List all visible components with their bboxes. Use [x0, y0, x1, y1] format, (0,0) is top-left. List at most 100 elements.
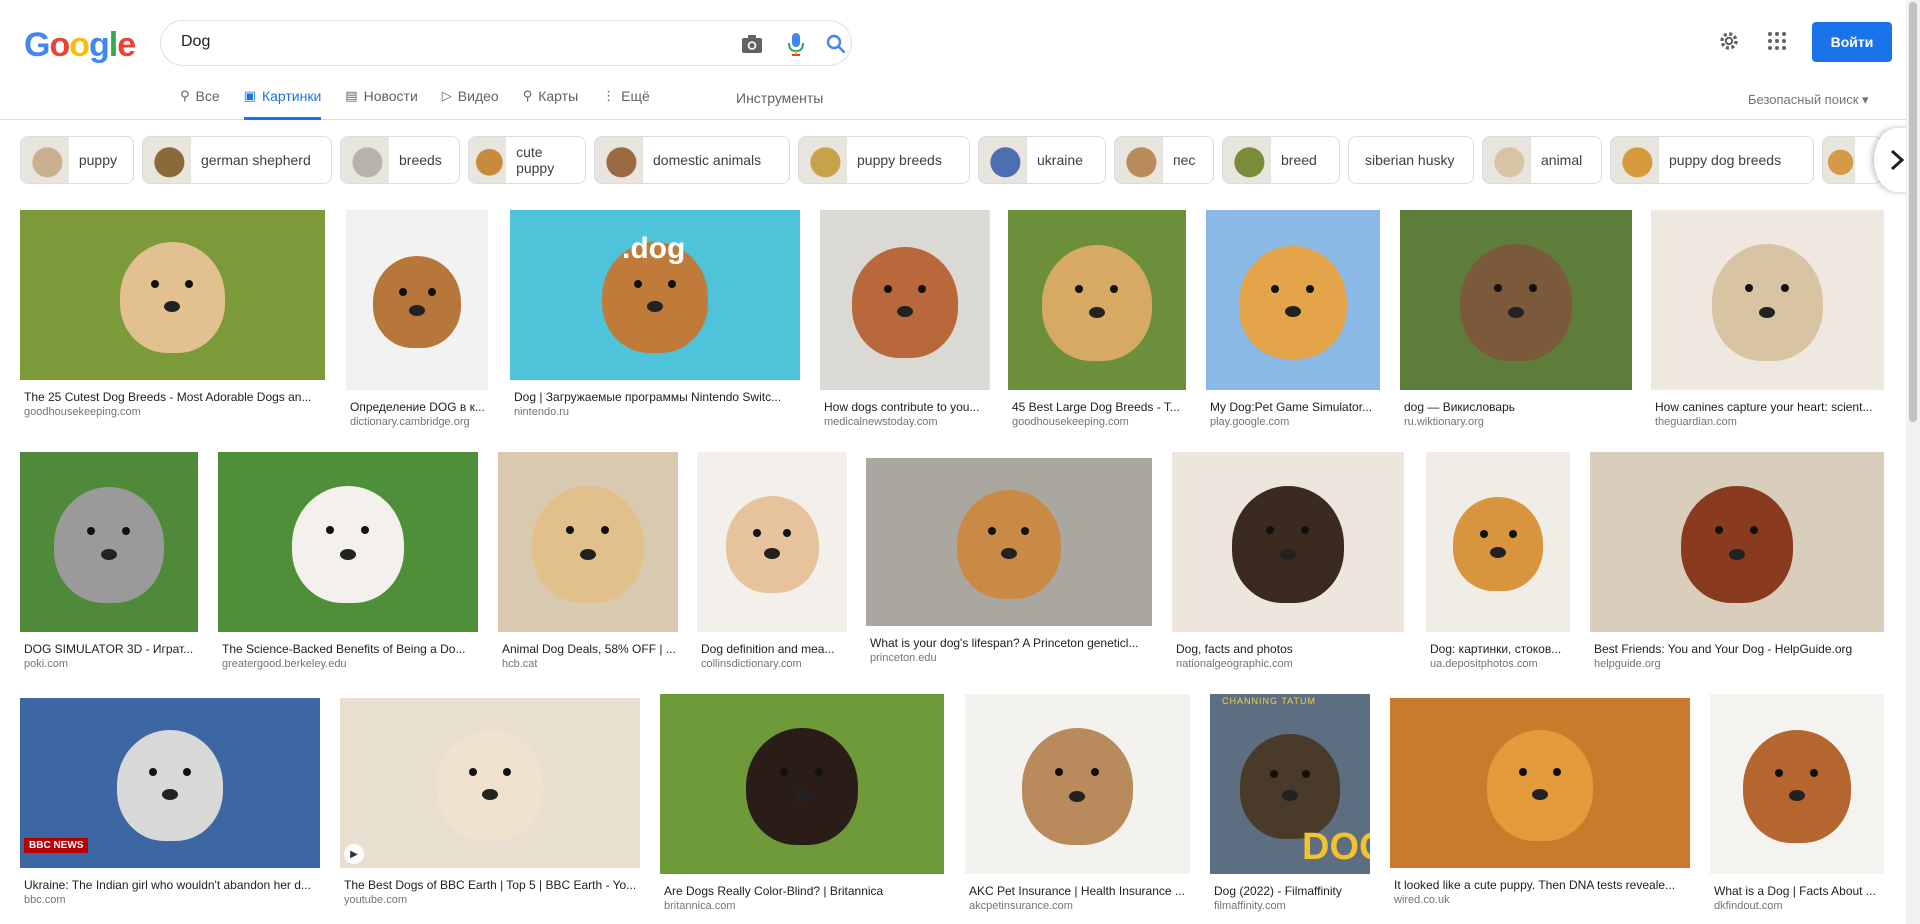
image-result[interactable]: dog — Викисловарь ru.wiktionary.org: [1400, 210, 1632, 432]
result-thumbnail[interactable]: [1390, 698, 1690, 868]
result-thumbnail[interactable]: [1590, 452, 1884, 632]
image-result[interactable]: .dog Dog | Загружаемые программы Nintendo…: [510, 210, 800, 422]
image-result[interactable]: How dogs contribute to you... medicalnews…: [820, 210, 990, 432]
image-result[interactable]: Animal Dog Deals, 58% OFF | ... hcb.cat: [498, 452, 678, 674]
result-thumbnail[interactable]: [346, 210, 488, 390]
result-title[interactable]: The Best Dogs of BBC Earth | Top 5 | BBC…: [344, 878, 638, 892]
result-title[interactable]: Dog: картинки, стоков...: [1430, 642, 1568, 656]
tab-maps[interactable]: ⚲ Карты: [523, 88, 578, 120]
image-result[interactable]: CHANNING TATUM DOG Dog (2022) - Filmaffini…: [1210, 694, 1370, 916]
result-thumbnail[interactable]: [965, 694, 1190, 874]
result-title[interactable]: How dogs contribute to you...: [824, 400, 988, 414]
image-result[interactable]: It looked like a cute puppy. Then DNA te…: [1390, 698, 1690, 910]
gear-icon[interactable]: [1718, 30, 1740, 57]
related-search-chip[interactable]: siberian husky: [1348, 136, 1474, 184]
result-thumbnail[interactable]: [1710, 694, 1884, 874]
result-thumbnail[interactable]: [218, 452, 478, 632]
result-thumbnail[interactable]: [1400, 210, 1632, 390]
image-result[interactable]: What is a Dog | Facts About ... dkfindout…: [1710, 694, 1884, 916]
result-thumbnail[interactable]: [20, 452, 198, 632]
tab-news[interactable]: ▤ Новости: [345, 88, 418, 120]
safesearch-dropdown[interactable]: Безопасный поиск ▾: [1748, 92, 1869, 108]
image-result[interactable]: Dog: картинки, стоков... ua.depositphotos…: [1426, 452, 1570, 674]
tab-images[interactable]: ▣ Картинки: [243, 88, 322, 120]
result-title[interactable]: Dog definition and mea...: [701, 642, 845, 656]
result-title[interactable]: DOG SIMULATOR 3D - Играт...: [24, 642, 196, 656]
result-title[interactable]: Dog, facts and photos: [1176, 642, 1402, 656]
image-result[interactable]: My Dog:Pet Game Simulator... play.google.…: [1206, 210, 1380, 432]
result-thumbnail[interactable]: [820, 210, 990, 390]
image-result[interactable]: Dog definition and mea... collinsdictiona…: [697, 452, 847, 674]
related-search-chip[interactable]: пес: [1114, 136, 1214, 184]
tab-more[interactable]: ⋮ Ещё: [602, 88, 650, 120]
related-search-chip[interactable]: breed: [1222, 136, 1340, 184]
image-result[interactable]: Определение DOG в к... dictionary.cambrid…: [346, 210, 488, 432]
result-title[interactable]: Определение DOG в к...: [350, 400, 486, 414]
result-title[interactable]: Are Dogs Really Color-Blind? | Britannic…: [664, 884, 942, 898]
result-thumbnail[interactable]: [1172, 452, 1404, 632]
result-title[interactable]: Animal Dog Deals, 58% OFF | ...: [502, 642, 676, 656]
result-title[interactable]: dog — Викисловарь: [1404, 400, 1630, 414]
microphone-icon[interactable]: [783, 31, 809, 57]
image-result[interactable]: BBC NEWS Ukraine: The Indian girl who wou…: [20, 698, 320, 910]
result-title[interactable]: My Dog:Pet Game Simulator...: [1210, 400, 1378, 414]
result-thumbnail[interactable]: [866, 458, 1152, 626]
sign-in-button[interactable]: Войти: [1812, 22, 1892, 62]
related-search-chip[interactable]: domestic animals: [594, 136, 790, 184]
play-icon[interactable]: ▶: [344, 844, 364, 864]
result-thumbnail[interactable]: [697, 452, 847, 632]
image-result[interactable]: What is your dog's lifespan? A Princeton…: [866, 458, 1152, 668]
result-thumbnail[interactable]: [1651, 210, 1884, 390]
related-search-chip[interactable]: breeds: [340, 136, 460, 184]
tab-video[interactable]: ▷ Видео: [442, 88, 499, 120]
search-box[interactable]: Dog: [160, 20, 852, 66]
image-result[interactable]: The 25 Cutest Dog Breeds - Most Adorable…: [20, 210, 325, 422]
related-search-chip[interactable]: puppy dog breeds: [1610, 136, 1814, 184]
image-result[interactable]: Are Dogs Really Color-Blind? | Britannic…: [660, 694, 944, 916]
result-thumbnail[interactable]: ▶: [340, 698, 640, 868]
image-result[interactable]: 45 Best Large Dog Breeds - T... goodhouse…: [1008, 210, 1186, 432]
image-result[interactable]: The Science-Backed Benefits of Being a D…: [218, 452, 478, 674]
result-title[interactable]: What is your dog's lifespan? A Princeton…: [870, 636, 1150, 650]
result-thumbnail[interactable]: [1426, 452, 1570, 632]
result-thumbnail[interactable]: CHANNING TATUM DOG: [1210, 694, 1370, 874]
result-thumbnail[interactable]: [498, 452, 678, 632]
image-result[interactable]: ▶ The Best Dogs of BBC Earth | Top 5 | BB…: [340, 698, 640, 910]
image-result[interactable]: How canines capture your heart: scient..…: [1651, 210, 1884, 432]
image-result[interactable]: DOG SIMULATOR 3D - Играт... poki.com: [20, 452, 198, 674]
tools-button[interactable]: Инструменты: [736, 90, 823, 106]
scrollbar-thumb[interactable]: [1909, 2, 1917, 422]
result-title[interactable]: The 25 Cutest Dog Breeds - Most Adorable…: [24, 390, 323, 404]
result-thumbnail[interactable]: [20, 210, 325, 380]
image-result[interactable]: AKC Pet Insurance | Health Insurance ...…: [965, 694, 1190, 916]
result-title[interactable]: Dog | Загружаемые программы Nintendo Swi…: [514, 390, 798, 404]
search-input[interactable]: Dog: [181, 33, 210, 51]
related-search-chip[interactable]: puppy breeds: [798, 136, 970, 184]
related-search-chip[interactable]: ukraine: [978, 136, 1106, 184]
result-thumbnail[interactable]: .dog: [510, 210, 800, 380]
result-title[interactable]: Best Friends: You and Your Dog - HelpGui…: [1594, 642, 1882, 656]
result-title[interactable]: Ukraine: The Indian girl who wouldn't ab…: [24, 878, 318, 892]
search-icon[interactable]: [823, 31, 849, 57]
result-thumbnail[interactable]: [1206, 210, 1380, 390]
result-thumbnail[interactable]: [660, 694, 944, 874]
result-title[interactable]: AKC Pet Insurance | Health Insurance ...: [969, 884, 1188, 898]
google-logo[interactable]: Google: [24, 26, 136, 65]
result-title[interactable]: It looked like a cute puppy. Then DNA te…: [1394, 878, 1688, 892]
result-title[interactable]: The Science-Backed Benefits of Being a D…: [222, 642, 476, 656]
result-title[interactable]: What is a Dog | Facts About ...: [1714, 884, 1882, 898]
tab-all[interactable]: ⚲ Все: [180, 88, 220, 120]
result-title[interactable]: 45 Best Large Dog Breeds - T...: [1012, 400, 1184, 414]
apps-grid-icon[interactable]: [1768, 32, 1786, 55]
related-search-chip[interactable]: [1822, 136, 1882, 184]
image-result[interactable]: Best Friends: You and Your Dog - HelpGui…: [1590, 452, 1884, 674]
related-search-chip[interactable]: german shepherd: [142, 136, 332, 184]
image-result[interactable]: Dog, facts and photos nationalgeographic.…: [1172, 452, 1404, 674]
result-title[interactable]: How canines capture your heart: scient..…: [1655, 400, 1882, 414]
related-search-chip[interactable]: puppy: [20, 136, 134, 184]
result-thumbnail[interactable]: [1008, 210, 1186, 390]
result-title[interactable]: Dog (2022) - Filmaffinity: [1214, 884, 1368, 898]
result-thumbnail[interactable]: BBC NEWS: [20, 698, 320, 868]
camera-icon[interactable]: [739, 31, 765, 57]
related-search-chip[interactable]: cute puppy: [468, 136, 586, 184]
